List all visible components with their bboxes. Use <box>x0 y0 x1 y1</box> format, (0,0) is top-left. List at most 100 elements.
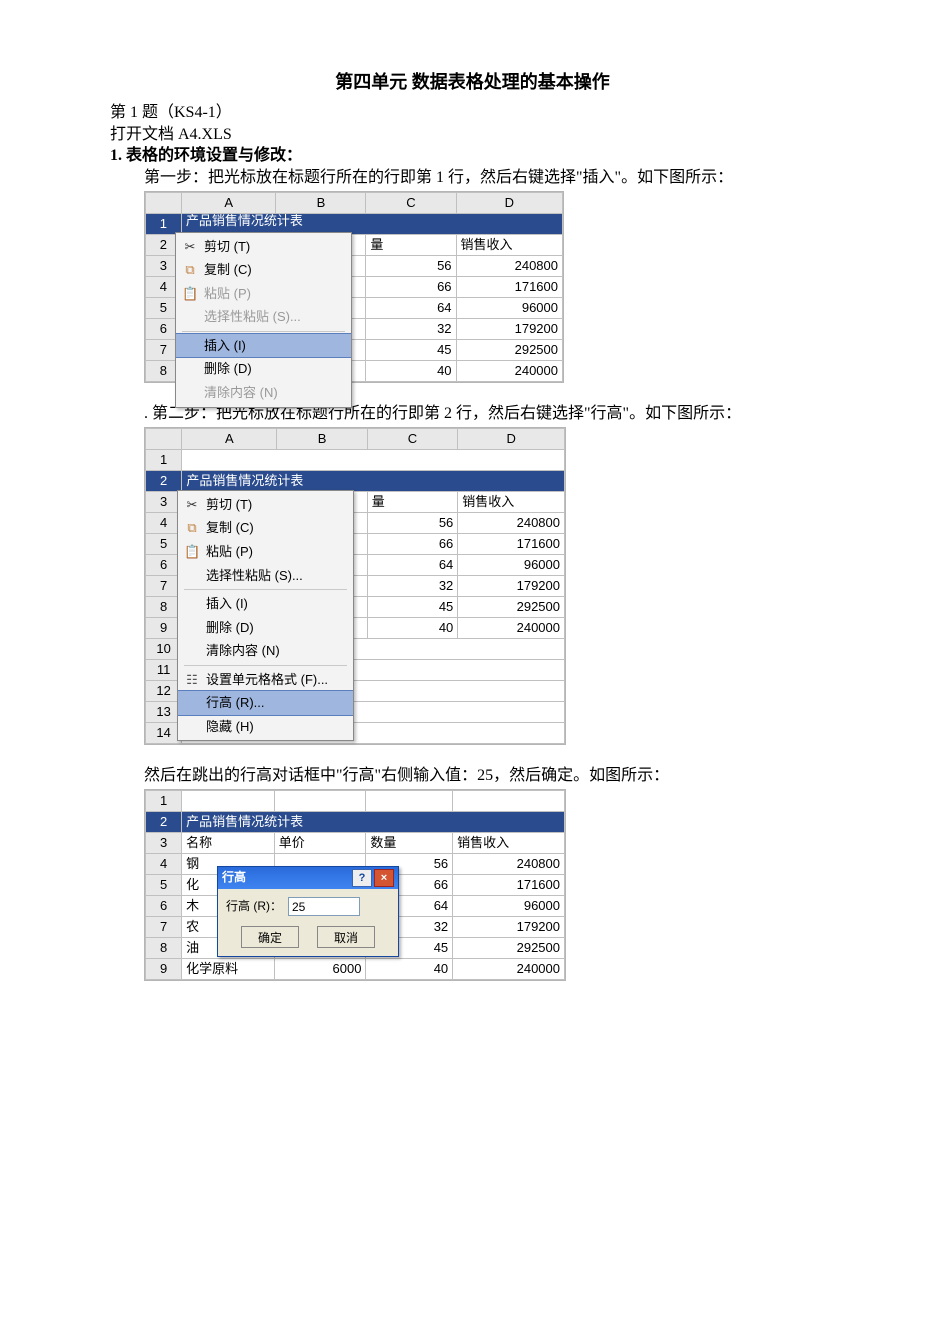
menu-item-insert[interactable]: 插入 (I) <box>178 592 353 616</box>
menu-separator <box>184 589 347 590</box>
menu-label: 复制 (C) <box>204 261 252 279</box>
table-row: 1 <box>146 449 565 470</box>
table-row: 9化学原料600040240000 <box>146 959 565 980</box>
menu-item-paste-special[interactable]: 选择性粘贴 (S)... <box>176 305 351 329</box>
menu-label: 粘贴 (P) <box>206 543 253 561</box>
col-c-header[interactable]: C <box>366 192 456 213</box>
menu-item-clear[interactable]: 清除内容 (N) <box>176 381 351 405</box>
title-band: 产品销售情况统计表 <box>182 812 565 833</box>
header-rev: 销售收入 <box>456 234 562 255</box>
section-1-number: 1. <box>110 147 122 164</box>
row-header[interactable]: 4 <box>146 854 182 875</box>
cell: 32 <box>366 318 456 339</box>
menu-item-cut[interactable]: ✂剪切 (T) <box>176 235 351 259</box>
col-d-header[interactable]: D <box>456 192 562 213</box>
help-button[interactable]: ? <box>352 869 372 887</box>
table-row: 1 <box>146 791 565 812</box>
cell: 240000 <box>453 959 565 980</box>
dialog-titlebar[interactable]: 行高 ? × <box>218 867 398 889</box>
ok-button[interactable]: 确定 <box>241 926 299 948</box>
menu-item-copy[interactable]: ⧉ 复制 (C) <box>176 258 351 282</box>
menu-label: 行高 (R)... <box>206 694 265 712</box>
menu-item-delete[interactable]: 删除 (D) <box>176 357 351 381</box>
header-name: 名称 <box>182 833 275 854</box>
header-rev: 销售收入 <box>453 833 565 854</box>
page-title: 第四单元 数据表格处理的基本操作 <box>110 70 835 94</box>
menu-label: 清除内容 (N) <box>204 384 278 402</box>
row-header[interactable]: 6 <box>146 896 182 917</box>
cell: 45 <box>366 339 456 360</box>
row-header[interactable]: 1 <box>146 791 182 812</box>
excel-region-1: A B C D 1 产品销售情况统计表 2 量 <box>144 191 564 383</box>
figure-2: A B C D 1 2 产品销售情况统计表 3量销售收入 456240800 <box>144 427 835 752</box>
col-b-header[interactable]: B <box>276 192 366 213</box>
title-band: 产品销售情况统计表 <box>182 470 565 491</box>
cell: 化学原料 <box>182 959 275 980</box>
close-icon: × <box>381 871 387 886</box>
menu-item-paste[interactable]: 📋粘贴 (P) <box>176 282 351 306</box>
section-1-heading: 1. 表格的环境设置与修改： <box>110 145 835 167</box>
menu-label: 设置单元格格式 (F)... <box>206 671 328 689</box>
cell: 32 <box>367 575 458 596</box>
cell: 240000 <box>458 617 565 638</box>
help-icon: ? <box>359 871 366 886</box>
row-header[interactable]: 8 <box>146 938 182 959</box>
menu-separator <box>182 331 345 332</box>
question-line: 第 1 题（KS4-1） <box>110 102 835 124</box>
cell: 96000 <box>453 896 565 917</box>
cell: 66 <box>366 276 456 297</box>
header-qty: 量 <box>367 491 458 512</box>
header-qty: 量 <box>366 234 456 255</box>
cell: 56 <box>366 255 456 276</box>
row-header[interactable]: 7 <box>146 917 182 938</box>
row-header[interactable]: 2 <box>146 470 182 491</box>
col-c-header[interactable]: C <box>367 428 458 449</box>
cell: 292500 <box>456 339 562 360</box>
cell: 56 <box>367 512 458 533</box>
row-header[interactable]: 9 <box>146 959 182 980</box>
cell: 6000 <box>274 959 366 980</box>
header-qty: 数量 <box>366 833 453 854</box>
row-height-input[interactable] <box>288 897 360 916</box>
menu-label: 粘贴 (P) <box>204 285 251 303</box>
col-d-header[interactable]: D <box>458 428 565 449</box>
menu-item-cut[interactable]: ✂剪切 (T) <box>178 493 353 517</box>
document-page: 第四单元 数据表格处理的基本操作 第 1 题（KS4-1） 打开文档 A4.XL… <box>0 0 945 1058</box>
cell: 240800 <box>453 854 565 875</box>
cell: 240800 <box>458 512 565 533</box>
menu-item-insert[interactable]: 插入 (I) <box>176 333 351 359</box>
menu-item-paste-special[interactable]: 选择性粘贴 (S)... <box>178 564 353 588</box>
close-button[interactable]: × <box>374 869 394 887</box>
menu-item-paste[interactable]: 📋粘贴 (P) <box>178 540 353 564</box>
menu-item-delete[interactable]: 删除 (D) <box>178 616 353 640</box>
row-header[interactable]: 2 <box>146 812 182 833</box>
menu-separator <box>184 665 347 666</box>
cell: 171600 <box>458 533 565 554</box>
row-header[interactable]: 5 <box>146 875 182 896</box>
menu-label: 删除 (D) <box>206 619 254 637</box>
excel-region-2: A B C D 1 2 产品销售情况统计表 3量销售收入 456240800 <box>144 427 566 745</box>
row-header[interactable]: 3 <box>146 833 182 854</box>
menu-item-clear[interactable]: 清除内容 (N) <box>178 639 353 663</box>
cancel-button[interactable]: 取消 <box>317 926 375 948</box>
menu-item-format-cells[interactable]: ☷设置单元格格式 (F)... <box>178 668 353 692</box>
table-row[interactable]: 2 产品销售情况统计表 <box>146 470 565 491</box>
col-b-header[interactable]: B <box>277 428 367 449</box>
context-menu: ✂剪切 (T) ⧉ 复制 (C) 📋粘贴 (P) 选择性粘贴 (S)... 插入 … <box>175 232 352 408</box>
row-header[interactable]: 1 <box>146 449 182 470</box>
step3-text: 然后在跳出的行高对话框中"行高"右侧输入值：25，然后确定。如图所示： <box>144 765 835 787</box>
menu-label: 隐藏 (H) <box>206 718 254 736</box>
menu-label: 复制 (C) <box>206 519 254 537</box>
open-doc-line: 打开文档 A4.XLS <box>110 124 835 146</box>
col-a-header[interactable]: A <box>181 192 276 213</box>
cell: 171600 <box>456 276 562 297</box>
context-menu: ✂剪切 (T) ⧉复制 (C) 📋粘贴 (P) 选择性粘贴 (S)... 插入 … <box>177 490 354 741</box>
menu-item-hide[interactable]: 隐藏 (H) <box>178 715 353 739</box>
menu-item-copy[interactable]: ⧉复制 (C) <box>178 516 353 540</box>
copy-icon: ⧉ <box>182 261 198 279</box>
col-a-header[interactable]: A <box>182 428 277 449</box>
row-height-label: 行高 (R)： <box>226 898 282 914</box>
column-header-row: A B C D <box>146 192 563 213</box>
menu-item-row-height[interactable]: 行高 (R)... <box>178 690 353 716</box>
cell: 96000 <box>456 297 562 318</box>
